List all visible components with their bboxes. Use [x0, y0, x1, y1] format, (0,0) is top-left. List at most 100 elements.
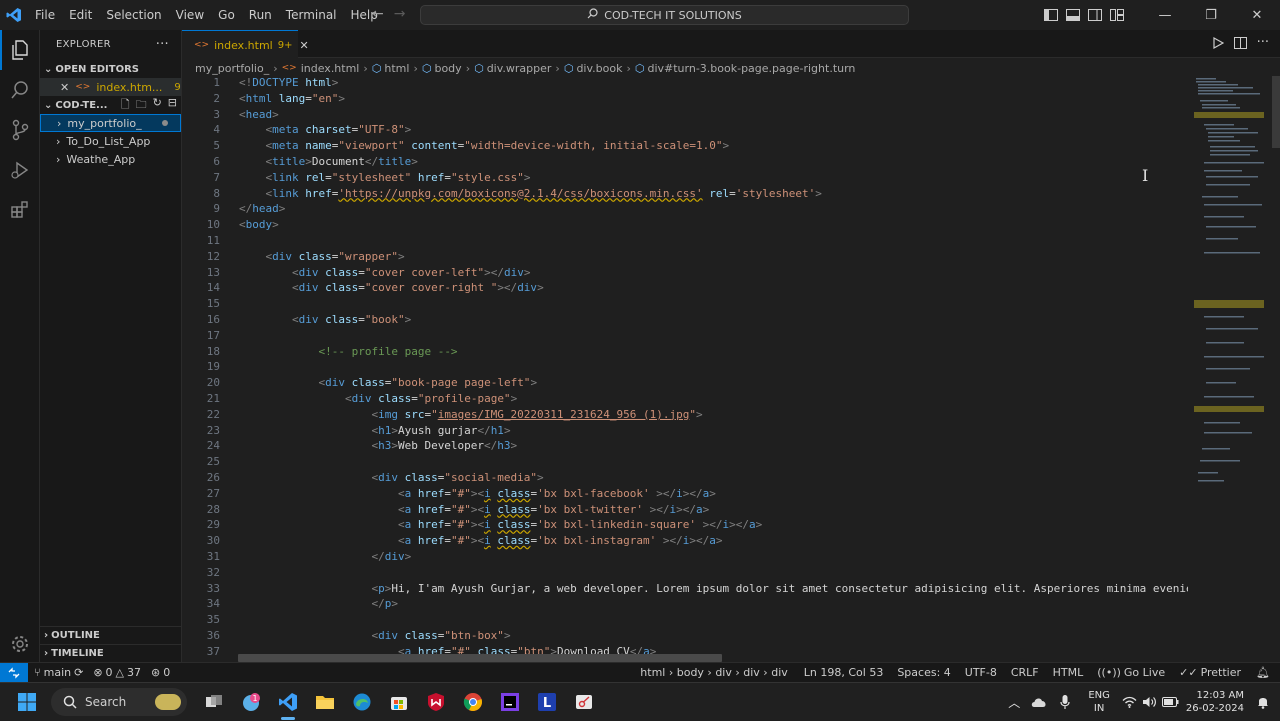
code-line[interactable]: 32 [182, 566, 1188, 582]
line-text[interactable] [220, 234, 239, 250]
vscode-app-icon[interactable] [269, 683, 306, 721]
chevron-up-icon[interactable]: ︿ [1002, 683, 1026, 721]
line-text[interactable]: </div> [220, 550, 411, 566]
code-line[interactable]: 20 <div class="book-page page-left"> [182, 376, 1188, 392]
line-text[interactable]: <p>Hi, I'am Ayush Gurjar, a web develope… [220, 582, 1188, 598]
code-line[interactable]: 36 <div class="btn-box"> [182, 629, 1188, 645]
menu-view[interactable]: View [169, 0, 211, 30]
settings-gear-icon[interactable] [0, 624, 40, 664]
line-text[interactable]: <div class="book-page page-left"> [220, 376, 537, 392]
task-view-icon[interactable] [195, 683, 232, 721]
code-line[interactable]: 28 <a href="#"><i class='bx bxl-twitter'… [182, 503, 1188, 519]
code-line[interactable]: 12 <div class="wrapper"> [182, 250, 1188, 266]
notifications-bell-icon[interactable]: 🔔︎ [1246, 666, 1280, 679]
menu-go[interactable]: Go [211, 0, 242, 30]
code-line[interactable]: 7 <link rel="stylesheet" href="style.css… [182, 171, 1188, 187]
code-line[interactable]: 9 </head> [182, 202, 1188, 218]
code-line[interactable]: 19 [182, 360, 1188, 376]
file-explorer-app-icon[interactable] [306, 683, 343, 721]
line-text[interactable]: <!DOCTYPE html> [220, 76, 338, 92]
code-line[interactable]: 24 <h3>Web Developer</h3> [182, 439, 1188, 455]
line-text[interactable] [220, 360, 239, 376]
line-text[interactable] [220, 329, 239, 345]
volume-icon[interactable] [1140, 683, 1160, 721]
line-text[interactable]: <link href='https://unpkg.com/boxicons@2… [220, 187, 822, 203]
line-text[interactable]: <div class="cover cover-left"></div> [220, 266, 530, 282]
line-text[interactable]: <!-- profile page --> [220, 345, 457, 361]
language-mode[interactable]: HTML [1048, 666, 1089, 679]
more-actions-icon[interactable]: ··· [1257, 35, 1269, 50]
line-text[interactable]: <head> [220, 108, 279, 124]
forward-arrow-icon[interactable]: → [394, 6, 406, 22]
element-path[interactable]: html › body › div › div › div [635, 666, 792, 679]
copilot-app-icon[interactable]: 1 [232, 683, 269, 721]
code-line[interactable]: 10 <body> [182, 218, 1188, 234]
line-text[interactable] [220, 455, 239, 471]
folder-item-todo[interactable]: › To_Do_List_App [40, 132, 181, 150]
line-text[interactable]: <h3>Web Developer</h3> [220, 439, 517, 455]
back-arrow-icon[interactable]: ← [372, 6, 384, 22]
close-window-button[interactable]: ✕ [1234, 0, 1280, 30]
ports-indicator[interactable]: ⊛ 0 [146, 666, 175, 679]
menu-selection[interactable]: Selection [99, 0, 168, 30]
cursor-position[interactable]: Ln 198, Col 53 [799, 666, 889, 679]
code-line[interactable]: 33 <p>Hi, I'am Ayush Gurjar, a web devel… [182, 582, 1188, 598]
line-text[interactable]: <img src="images/IMG_20220311_231624_956… [220, 408, 702, 424]
battery-icon[interactable] [1160, 683, 1182, 721]
language-indicator[interactable]: ENG IN [1078, 689, 1120, 715]
minimap[interactable] [1190, 76, 1268, 662]
breadcrumb-item[interactable]: html [384, 62, 409, 75]
go-live-button[interactable]: ((•)) Go Live [1092, 666, 1170, 679]
breadcrumb-item[interactable]: my_portfolio_ [195, 62, 269, 75]
line-text[interactable] [220, 613, 239, 629]
code-line[interactable]: 34 </p> [182, 597, 1188, 613]
menu-file[interactable]: File [28, 0, 62, 30]
code-line[interactable]: 14 <div class="cover cover-right "></div… [182, 281, 1188, 297]
line-text[interactable]: <div class="book"> [220, 313, 411, 329]
line-text[interactable]: <a href="#"><i class='bx bxl-facebook' >… [220, 487, 716, 503]
windows-start-icon[interactable] [8, 683, 45, 721]
jetbrains-app-icon[interactable] [491, 683, 528, 721]
vertical-scrollbar[interactable] [1270, 76, 1280, 662]
workspace-section[interactable]: ⌄ COD-TE... 🗋 🗀 ↻ ⊟ [40, 96, 181, 114]
code-line[interactable]: 23 <h1>Ayush gurjar</h1> [182, 424, 1188, 440]
line-text[interactable]: <body> [220, 218, 279, 234]
code-line[interactable]: 25 [182, 455, 1188, 471]
store-app-icon[interactable] [380, 683, 417, 721]
edge-app-icon[interactable] [343, 683, 380, 721]
more-actions-icon[interactable]: ··· [156, 37, 169, 52]
line-text[interactable]: <link rel="stylesheet" href="style.css"> [220, 171, 531, 187]
line-text[interactable] [220, 297, 239, 313]
clock[interactable]: 12:03 AM 26-02-2024 [1182, 689, 1252, 715]
code-editor[interactable]: 1 <!DOCTYPE html> 2 <html lang="en"> 3 <head>… [182, 76, 1188, 662]
code-line[interactable]: 18 <!-- profile page --> [182, 345, 1188, 361]
collapse-all-icon[interactable]: ⊟ [168, 96, 177, 115]
wifi-icon[interactable] [1120, 683, 1140, 721]
code-line[interactable]: 30 <a href="#"><i class='bx bxl-instagra… [182, 534, 1188, 550]
code-line[interactable]: 29 <a href="#"><i class='bx bxl-linkedin… [182, 518, 1188, 534]
line-text[interactable]: <a href="#"><i class='bx bxl-instagram' … [220, 534, 723, 550]
prettier-button[interactable]: ✓✓ Prettier [1174, 666, 1246, 679]
open-editors-section[interactable]: ⌄ OPEN EDITORS [40, 60, 181, 78]
explorer-icon[interactable] [0, 30, 40, 70]
split-editor-icon[interactable] [1234, 37, 1247, 52]
chrome-app-icon[interactable] [454, 683, 491, 721]
menu-edit[interactable]: Edit [62, 0, 99, 30]
customize-layout-icon[interactable] [1106, 0, 1128, 30]
folder-item-weather[interactable]: › Weathe_App [40, 150, 181, 168]
line-text[interactable]: <a href="#"><i class='bx bxl-twitter' ><… [220, 503, 709, 519]
folder-item-my-portfolio[interactable]: › my_portfolio_ [40, 114, 181, 132]
microphone-icon[interactable] [1052, 683, 1078, 721]
code-line[interactable]: 26 <div class="social-media"> [182, 471, 1188, 487]
branch-indicator[interactable]: ⑂ main ⟳ [28, 666, 88, 679]
code-line[interactable]: 15 [182, 297, 1188, 313]
extensions-icon[interactable] [0, 190, 40, 230]
search-icon[interactable] [0, 70, 40, 110]
indentation[interactable]: Spaces: 4 [892, 666, 955, 679]
line-text[interactable]: <div class="wrapper"> [220, 250, 405, 266]
new-folder-icon[interactable]: 🗀 [136, 96, 147, 115]
toggle-primary-sidebar-icon[interactable] [1040, 0, 1062, 30]
code-line[interactable]: 4 <meta charset="UTF-8"> [182, 123, 1188, 139]
code-line[interactable]: 5 <meta name="viewport" content="width=d… [182, 139, 1188, 155]
menu-terminal[interactable]: Terminal [279, 0, 344, 30]
